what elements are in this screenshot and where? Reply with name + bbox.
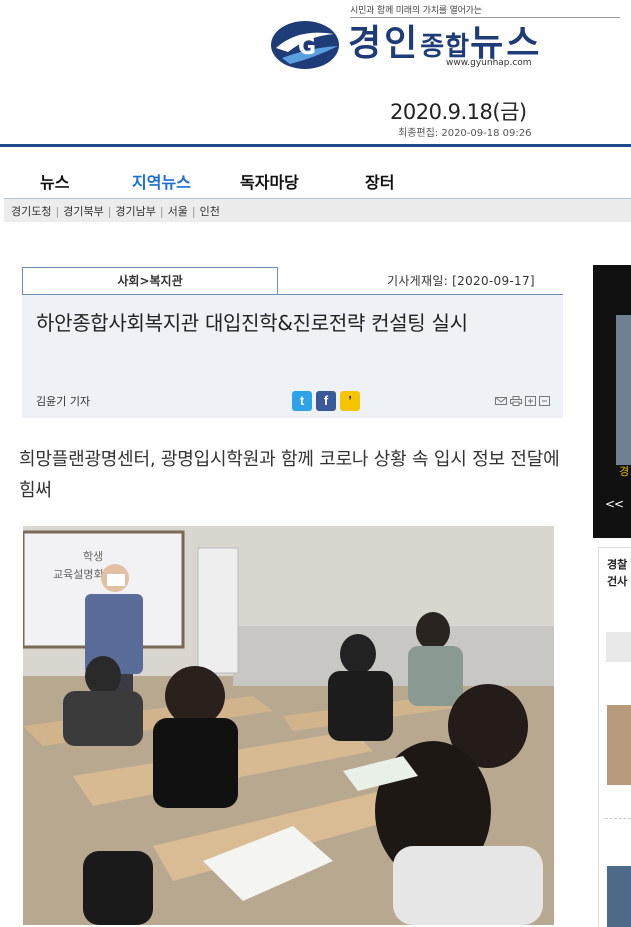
board-text-line-1: 학생 [83,550,103,563]
right-news-title[interactable]: 경찰 건사 [607,556,627,590]
article-byline: 김윤기 기자 [36,395,91,408]
subnav-separator: | [191,205,196,218]
twitter-share-icon[interactable]: t [292,391,312,411]
subnav-separator: | [159,205,164,218]
font-decrease-icon[interactable] [539,396,550,406]
nav-item-news[interactable]: 뉴스 [40,169,69,193]
banner-image [616,315,631,465]
article-title-box: 하안종합사회복지관 대입진학&진로전략 컨설팅 실시 김윤기 기자 t f ’ [22,294,563,418]
classroom-photo-image: 학생 교육설명회 [23,526,554,925]
main-nav: 뉴스 지역뉴스 독자마당 장터 [0,144,631,198]
logo-main: 경인 [348,22,421,64]
subnav-item-incheon[interactable]: 인천 [200,205,220,218]
current-date: 2020.9.18(금) [390,100,527,124]
email-icon[interactable] [495,396,507,406]
subnav-item-seoul[interactable]: 서울 [168,205,188,218]
right-news-thumb-photo[interactable] [607,705,631,785]
print-icon[interactable] [510,396,522,406]
prev-slide-arrow-icon[interactable]: << [605,497,624,511]
subnav-separator: | [107,205,112,218]
subnav-item-gyeonggi-office[interactable]: 경기도청 [11,205,51,218]
article-tools [495,396,550,406]
right-divider [605,818,631,819]
page: 시민과 함께 미래의 가치를 열어가는 G 경인종합뉴스 www.gyunhap… [0,0,631,927]
subnav-item-gyeonggi-south[interactable]: 경기남부 [115,205,155,218]
article-section-tab[interactable]: 사회>복지관 [22,267,278,295]
nav-item-local-news[interactable]: 지역뉴스 [132,169,191,193]
svg-text:G: G [298,35,316,60]
right-news-thumb-gray[interactable] [606,632,631,662]
right-news-title-line-1: 경찰 [607,558,628,571]
article-publish-date: 기사게재일: [2020-09-17] [387,274,535,288]
last-edit-time: 최종편집: 2020-09-18 09:26 [398,128,532,139]
sub-nav: 경기도청 | 경기북부 | 경기남부 | 서울 | 인천 [4,198,631,222]
board-text-line-2: 교육설명회 [53,568,104,581]
article-photo: 학생 교육설명회 [23,526,554,925]
right-news-box: 경찰 건사 [598,547,631,927]
nav-item-market[interactable]: 장터 [365,169,394,193]
subnav-separator: | [55,205,60,218]
logo-icon[interactable]: G [268,18,342,72]
kakaostory-share-icon[interactable]: ’ [340,391,360,411]
share-buttons: t f ’ [292,391,360,411]
nav-item-reader[interactable]: 독자마당 [240,169,299,193]
article-subtitle: 희망플랜광명센터, 광명입시학원과 함께 코로나 상황 속 입시 정보 전달에 … [19,449,560,501]
subnav-item-gyeonggi-north[interactable]: 경기북부 [63,205,103,218]
article-headline: 하안종합사회복지관 대입진학&진로전략 컨설팅 실시 [36,311,468,335]
logo-url: www.gyunhap.com [446,58,532,68]
right-banner-slider[interactable]: 경 << [593,265,631,538]
right-news-thumb-photo-2[interactable] [607,866,631,927]
facebook-share-icon[interactable]: f [316,391,336,411]
banner-text: 경 [619,465,630,478]
font-increase-icon[interactable] [525,396,536,406]
right-news-title-line-2: 건사 [607,575,628,588]
